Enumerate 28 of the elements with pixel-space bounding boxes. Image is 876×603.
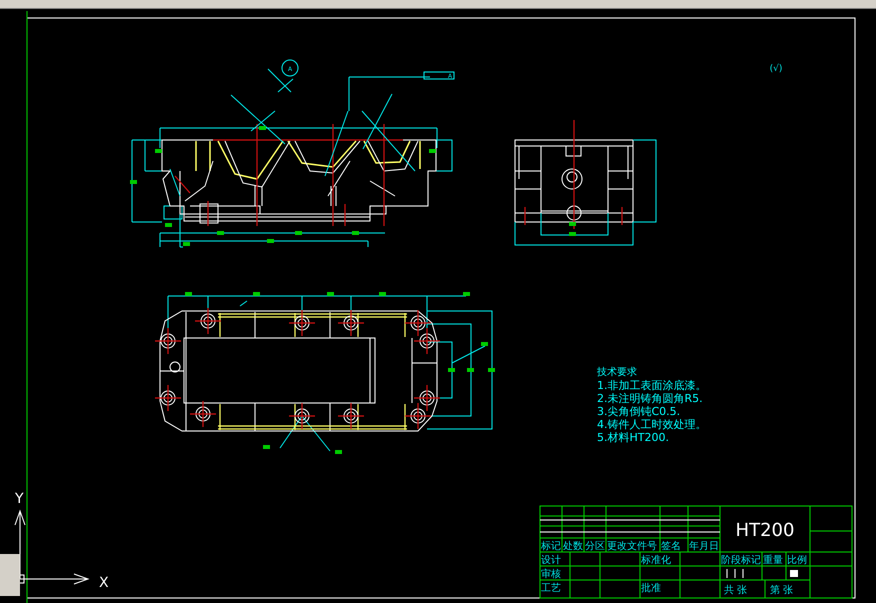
sign-label: 审核	[541, 569, 561, 580]
sign-label: 设计	[541, 555, 561, 566]
sheet-label: 共 张	[724, 585, 748, 596]
sign-label: 工艺	[541, 583, 561, 594]
column-header: 处数	[563, 541, 583, 552]
x-axis-label: X	[99, 575, 109, 591]
column-header: 年月日	[689, 541, 719, 552]
column-header: 标记	[541, 541, 561, 552]
note-line: 4.铸件人工时效处理。	[597, 419, 706, 431]
ucs-axis-icon	[14, 510, 90, 584]
notes-title: 技术要求	[597, 367, 638, 379]
stage-header: 阶段标记	[721, 555, 761, 566]
roughness-symbol: (√)	[770, 64, 782, 74]
note-line: 2.未注明铸角圆角R5.	[597, 393, 704, 405]
note-line: 5.材料HT200.	[597, 432, 670, 444]
sheet-label: 第 张	[770, 585, 794, 596]
material-label: HT200	[736, 520, 794, 541]
sign-label: 批准	[641, 583, 661, 594]
stage-header: 比例	[787, 555, 807, 566]
column-header: 更改文件号	[607, 541, 657, 552]
column-header: 分区	[585, 541, 605, 552]
side-toolbar	[0, 554, 20, 596]
y-axis-label: Y	[15, 491, 24, 507]
note-line: 1.非加工表面涂底漆。	[597, 380, 706, 392]
column-header: 签名	[661, 541, 681, 552]
sign-label: 标准化	[641, 555, 671, 566]
note-line: 3.尖角倒钝C0.5.	[597, 406, 682, 418]
stage-header: 重量	[763, 555, 783, 566]
